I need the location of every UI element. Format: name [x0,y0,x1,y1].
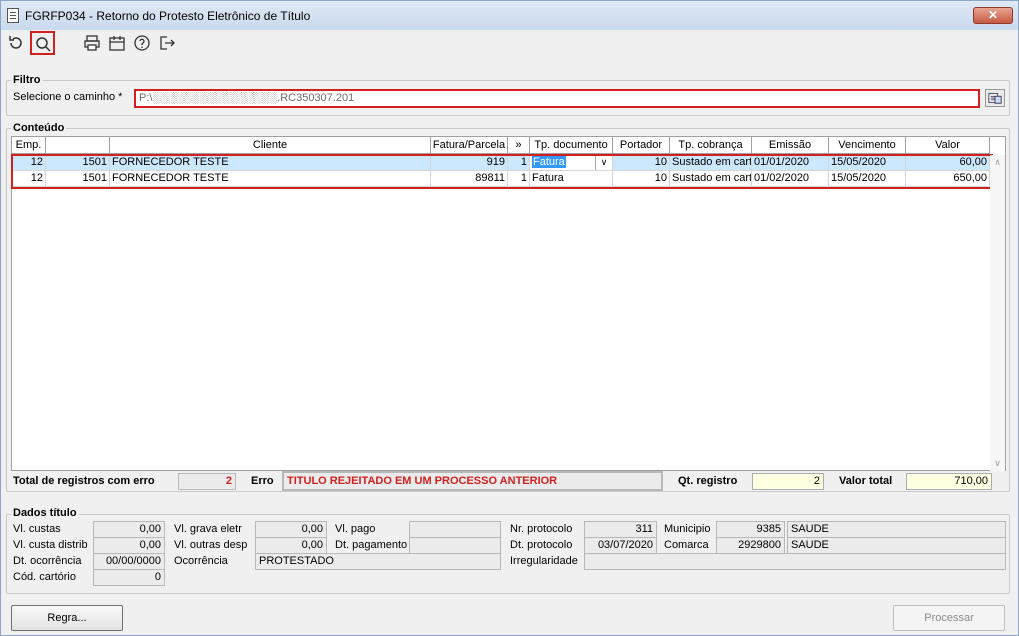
erro-label: Erro [251,475,274,487]
col-tp-cobranca[interactable]: Tp. cobrança [670,137,752,154]
cell-parcela[interactable]: 1 [508,155,530,171]
path-label: Selecione o caminho * [13,91,123,103]
title-bar: FGRFP034 - Retorno do Protesto Eletrônic… [0,0,1019,30]
vl-custa-distrib-value: 0,00 [93,537,165,554]
processar-button[interactable]: Processar [893,605,1005,631]
vl-custas-value: 0,00 [93,521,165,538]
comarca-name: SAUDE [787,537,1006,554]
cell-valor[interactable]: 650,00 [906,171,990,187]
cell-valor[interactable]: 60,00 [906,155,990,171]
vl-custas-label: Vl. custas [13,523,61,535]
cell-vencimento[interactable]: 15/05/2020 [829,171,906,187]
cell-code[interactable]: 1501 [46,155,110,171]
cell-tp-cobranca[interactable]: Sustado em cart [670,171,752,187]
dt-protocolo-label: Dt. protocolo [510,539,573,551]
nr-protocolo-value: 311 [584,521,657,538]
dt-ocorrencia-value: 00/00/0000 [93,553,165,570]
nr-protocolo-label: Nr. protocolo [510,523,573,535]
path-field[interactable]: P:\░░░░░░░░░░░░░░░░.RC350307.201 [134,89,980,108]
cell-tp-cobranca[interactable]: Sustado em cart [670,155,752,171]
cell-cliente[interactable]: FORNECEDOR TESTE [110,155,431,171]
exit-icon[interactable] [156,32,178,54]
cell-vencimento[interactable]: 15/05/2020 [829,155,906,171]
dados-title: Dados título [11,507,79,519]
help-icon[interactable] [131,32,153,54]
municipio-code: 9385 [716,521,785,538]
irregularidade-value [584,553,1006,570]
dt-protocolo-value: 03/07/2020 [584,537,657,554]
col-tp-documento[interactable]: Tp. documento [530,137,613,154]
search-icon[interactable] [30,31,55,55]
total-erro-value: 2 [178,473,236,490]
vertical-scrollbar[interactable]: ∧ ∨ [990,155,1005,471]
vl-outras-desp-value: 0,00 [255,537,327,554]
scroll-up-icon[interactable]: ∧ [990,155,1005,170]
col-cliente[interactable]: Cliente [110,137,431,154]
col-valor[interactable]: Valor [906,137,990,154]
cod-cartorio-value: 0 [93,569,165,586]
col-fatura-parcela[interactable]: Fatura/Parcela [431,137,508,154]
municipio-label: Municipio [664,523,711,535]
chevron-down-icon[interactable]: ∨ [595,155,612,170]
refresh-icon[interactable] [5,32,27,54]
window-title: FGRFP034 - Retorno do Protesto Eletrônic… [25,9,311,23]
vl-grava-eletr-label: Vl. grava eletr [174,523,242,535]
cell-cliente[interactable]: FORNECEDOR TESTE [110,171,431,187]
dt-pagamento-value [409,537,501,554]
vl-custa-distrib-label: Vl. custa distrib [13,539,88,551]
valor-total-label: Valor total [839,475,893,487]
cell-tp-documento[interactable]: Fatura [530,171,613,187]
close-button[interactable]: ✕ [973,7,1013,24]
cell-portador[interactable]: 10 [613,155,670,171]
ocorrencia-label: Ocorrência [174,555,228,567]
regra-button[interactable]: Regra... [11,605,123,631]
results-grid[interactable]: Emp. Cliente Fatura/Parcela » Tp. docume… [11,136,1006,471]
comarca-code: 2929800 [716,537,785,554]
cell-code[interactable]: 1501 [46,171,110,187]
calendar-icon[interactable] [106,32,128,54]
col-portador[interactable]: Portador [613,137,670,154]
cell-emissao[interactable]: 01/02/2020 [752,171,829,187]
col-vencimento[interactable]: Vencimento [829,137,906,154]
municipio-name: SAUDE [787,521,1006,538]
total-erro-label: Total de registros com erro [13,475,155,487]
filtro-title: Filtro [11,74,43,86]
dt-ocorrencia-label: Dt. ocorrência [13,555,82,567]
cell-portador[interactable]: 10 [613,171,670,187]
valor-total-value: 710,00 [906,473,992,490]
cell-fatura[interactable]: 919 [431,155,508,171]
tp-documento-dropdown[interactable]: Fatura ∨ [530,155,613,171]
ocorrencia-value: PROTESTADO [255,553,501,570]
col-emp[interactable]: Emp. [12,137,46,154]
print-icon[interactable] [81,32,103,54]
cell-emp[interactable]: 12 [12,155,46,171]
cell-emp[interactable]: 12 [12,171,46,187]
qt-registro-value: 2 [752,473,824,490]
vl-grava-eletr-value: 0,00 [255,521,327,538]
cod-cartorio-label: Cód. cartório [13,571,76,583]
col-emissao[interactable]: Emissão [752,137,829,154]
dt-pagamento-label: Dt. pagamento [335,539,408,551]
col-expand[interactable]: » [508,137,530,154]
app-document-icon [7,8,19,23]
irregularidade-label: Irregularidade [510,555,578,567]
comarca-label: Comarca [664,539,709,551]
vl-pago-value [409,521,501,538]
erro-value: TITULO REJEITADO EM UM PROCESSO ANTERIOR [282,471,663,491]
tp-documento-selected: Fatura [532,156,566,168]
cell-parcela[interactable]: 1 [508,171,530,187]
qt-registro-label: Qt. registro [678,475,738,487]
cell-fatura[interactable]: 89811 [431,171,508,187]
browse-folder-icon[interactable] [985,89,1005,107]
conteudo-title: Conteúdo [11,122,67,134]
vl-outras-desp-label: Vl. outras desp [174,539,248,551]
cell-emissao[interactable]: 01/01/2020 [752,155,829,171]
vl-pago-label: Vl. pago [335,523,376,535]
col-code[interactable] [46,137,110,154]
scroll-down-icon[interactable]: ∨ [990,456,1005,471]
